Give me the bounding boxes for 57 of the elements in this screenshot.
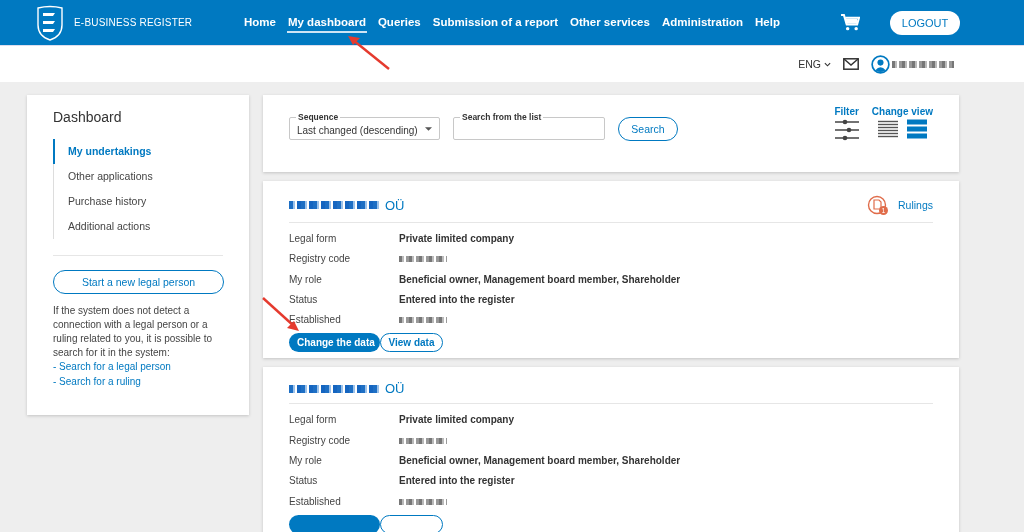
block-view-icon[interactable] (906, 119, 927, 139)
field-value: Beneficial owner, Management board member, Shareholder (399, 454, 682, 469)
nav-link[interactable]: My dashboard (286, 12, 367, 33)
logout-button[interactable]: LOGOUT (890, 10, 960, 35)
field-label: Status (289, 292, 319, 307)
language-selector[interactable]: ENG (798, 58, 831, 70)
field-label: Registry code (289, 252, 352, 267)
search-button[interactable]: Search (618, 117, 678, 141)
redacted-text (892, 60, 954, 68)
chevron-down-icon[interactable] (824, 61, 831, 67)
nav-link[interactable]: Administration (660, 12, 745, 33)
sidebar-title: Dashboard (53, 109, 123, 125)
field-value: Entered into the register (399, 474, 516, 489)
view-data-button[interactable]: View data (380, 333, 443, 353)
dropdown-arrow-icon[interactable] (425, 126, 432, 131)
user-avatar-icon[interactable] (871, 54, 890, 74)
sidebar-item[interactable]: Additional actions (53, 214, 223, 239)
logo-text: E-BUSINESS REGISTER (74, 17, 193, 28)
list-view-icon[interactable] (877, 119, 898, 139)
change-data-button[interactable]: Change the data (289, 333, 380, 353)
sidebar-item[interactable]: My undertakings (53, 139, 223, 164)
field-label: Registry code (289, 433, 352, 448)
company-name[interactable]: OÜ (385, 197, 405, 213)
nav-link[interactable]: Help (754, 12, 781, 33)
field-value: Beneficial owner, Management board member, Shareholder (399, 272, 682, 287)
rulings-link[interactable]: Rulings (897, 199, 933, 211)
cart-icon[interactable] (841, 14, 860, 31)
sidebar-item[interactable]: Purchase history (53, 189, 223, 214)
field-label: My role (289, 454, 323, 469)
nav-link[interactable]: Home (243, 12, 277, 33)
nav-link[interactable]: Submission of a report (431, 12, 559, 33)
filter-icon[interactable] (834, 119, 859, 141)
change-view-label[interactable]: Change view (871, 106, 933, 117)
coat-of-arms-icon[interactable] (35, 4, 65, 41)
field-value: Entered into the register (399, 292, 516, 307)
filter-label[interactable]: Filter (834, 106, 859, 117)
start-legal-person-button[interactable]: Start a new legal person (53, 270, 224, 294)
button-edge[interactable] (380, 514, 443, 532)
document-icon[interactable] (866, 195, 887, 215)
field-label: Legal form (289, 413, 338, 428)
field-label: Legal form (289, 232, 338, 246)
field-label: Established (289, 313, 342, 328)
annotation-arrow (347, 35, 391, 71)
company-name[interactable]: OÜ (385, 381, 405, 397)
info-text: If the system does not detect a connection with a legal person or a ruling related to you, it is possible to search for it in the system: (53, 304, 213, 360)
field-value: Private limited company (399, 413, 516, 428)
search-link[interactable]: - Search for a legal person (53, 361, 171, 372)
nav-link[interactable]: Other services (569, 12, 651, 33)
field-label: Status (289, 474, 319, 489)
sidebar-item[interactable]: Other applications (53, 164, 223, 189)
search-link[interactable]: - Search for a ruling (53, 375, 141, 387)
nav-link[interactable]: Queries (376, 12, 422, 33)
mail-icon[interactable] (843, 58, 859, 70)
button-edge[interactable] (289, 514, 380, 532)
field-value: Private limited company (399, 232, 516, 246)
field-label: Established (289, 494, 342, 509)
field-label: My role (289, 272, 323, 287)
